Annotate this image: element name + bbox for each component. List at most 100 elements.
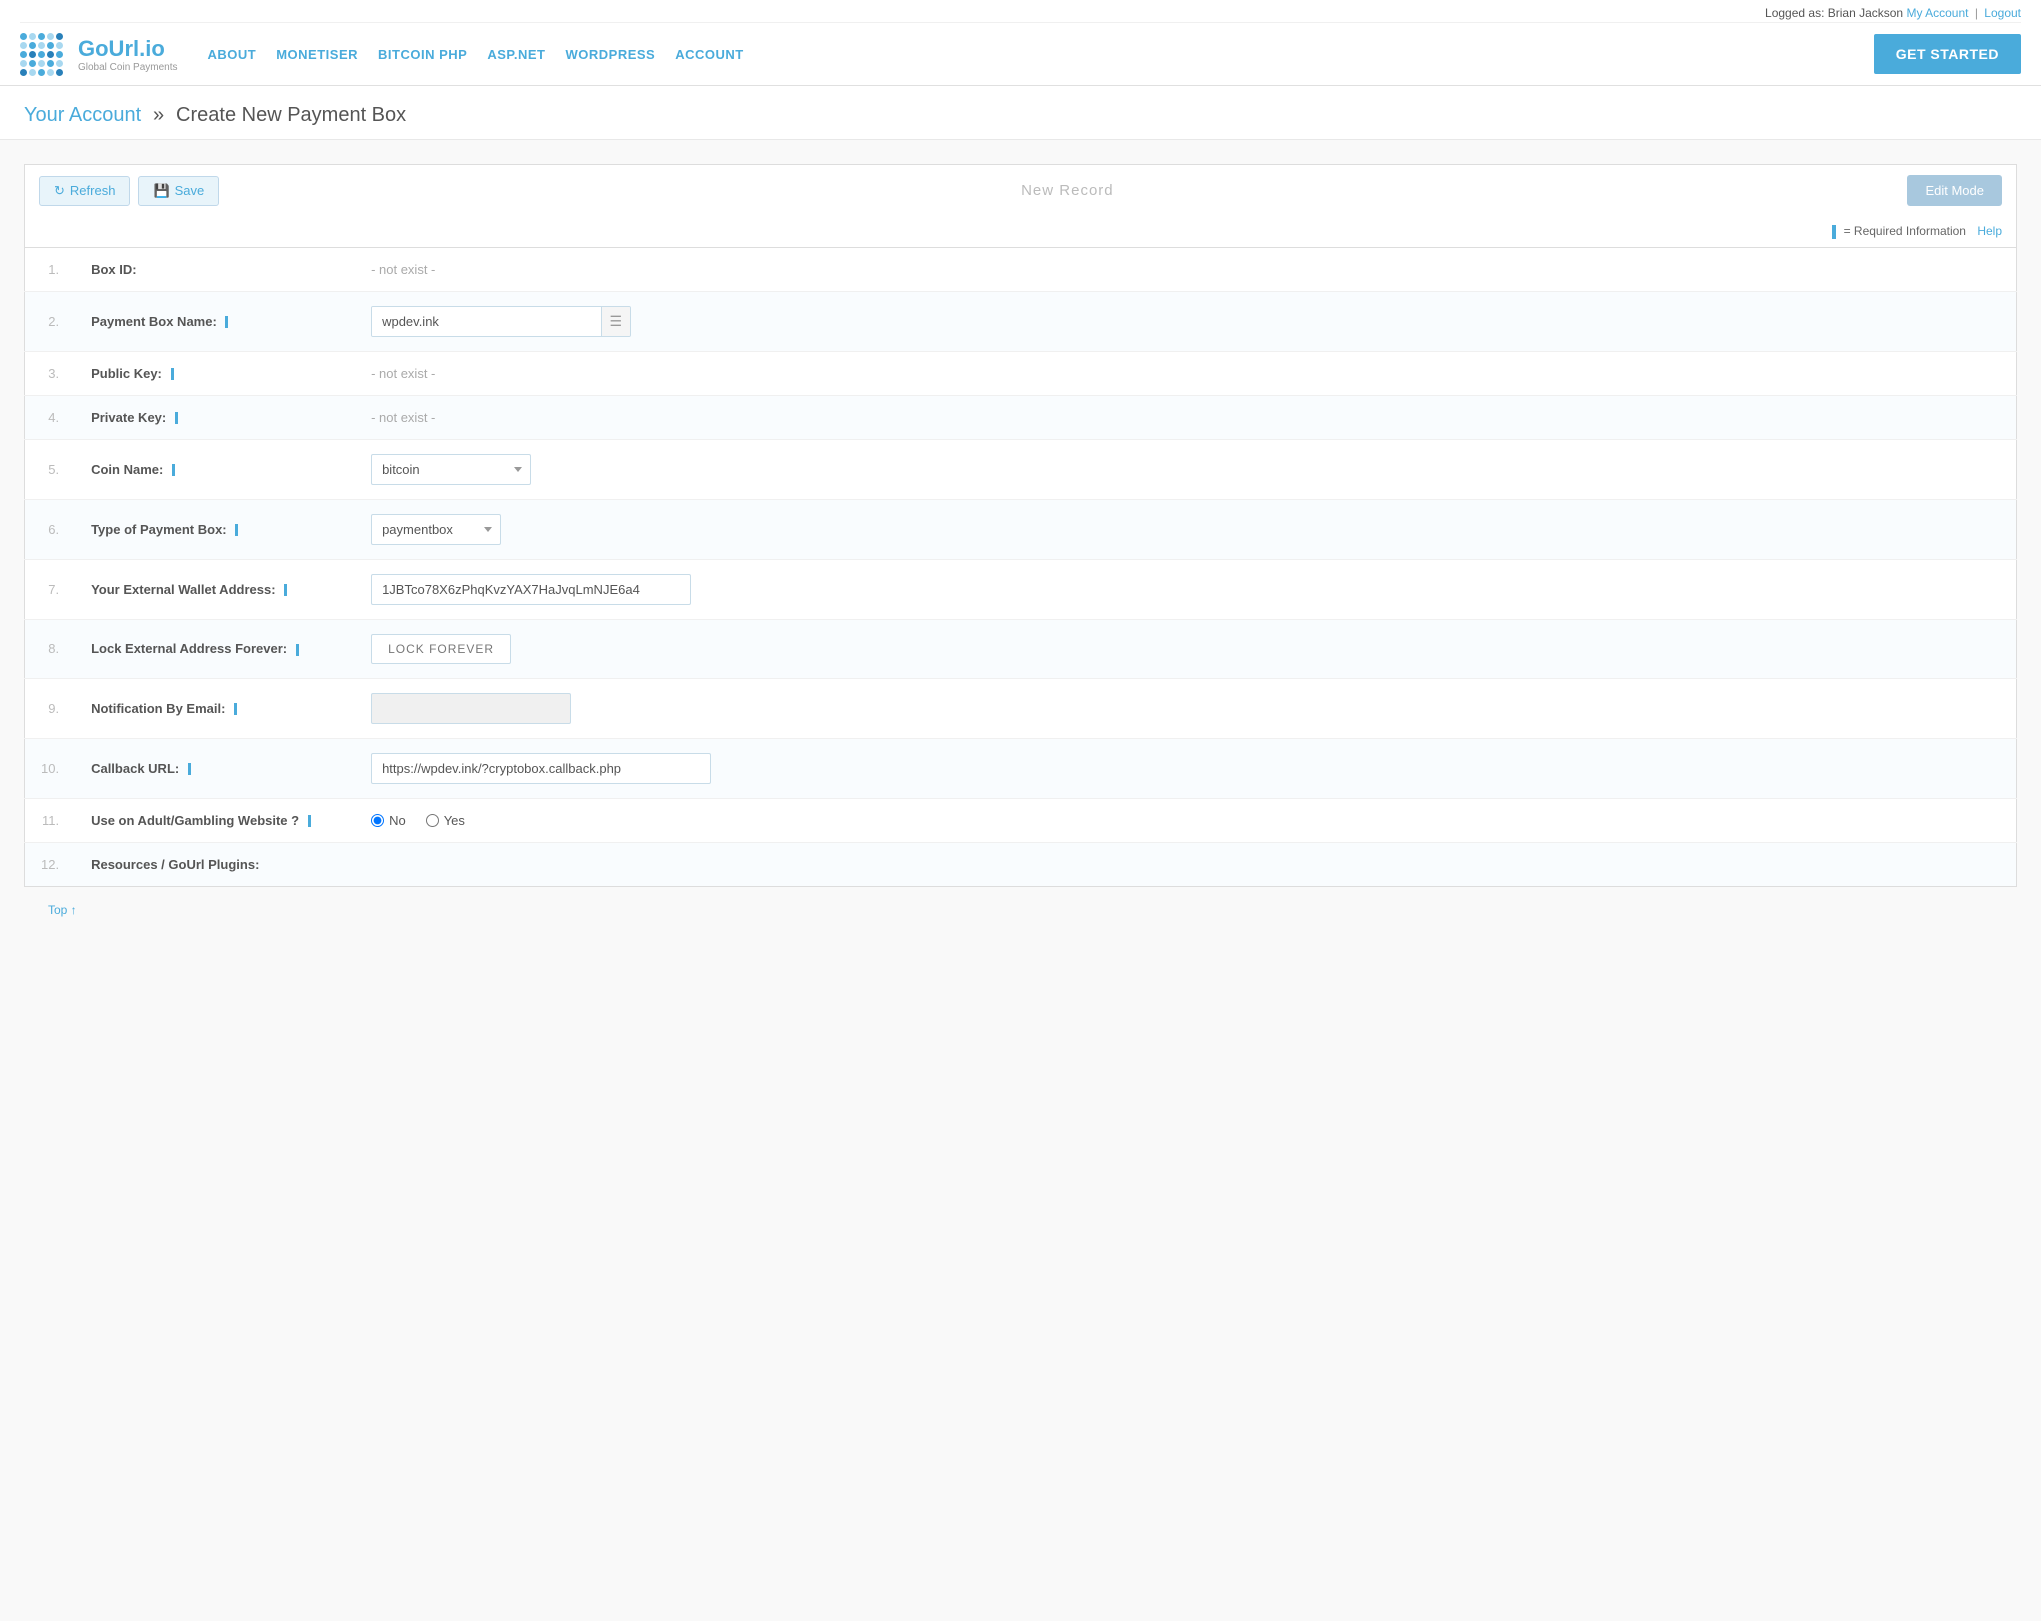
callback-url-label: Callback URL:	[75, 738, 355, 798]
radio-yes-text: Yes	[444, 813, 465, 828]
table-row: 11. Use on Adult/Gambling Website ? No Y…	[25, 798, 2017, 842]
required-indicator	[296, 644, 299, 656]
type-payment-box-label: Type of Payment Box:	[75, 499, 355, 559]
table-row: 8. Lock External Address Forever: LOCK F…	[25, 619, 2017, 678]
row-num-10: 10.	[25, 738, 76, 798]
box-id-label: Box ID:	[75, 247, 355, 291]
wallet-address-field	[355, 559, 2016, 619]
resources-value	[355, 842, 2016, 886]
required-indicator	[188, 763, 191, 775]
payment-box-name-input-wrapper: ☰	[371, 306, 631, 337]
required-indicator	[225, 316, 228, 328]
radio-no-text: No	[389, 813, 406, 828]
nav-account[interactable]: ACCOUNT	[675, 47, 744, 62]
type-payment-box-field: paymentbox donation membership	[355, 499, 2016, 559]
refresh-label: Refresh	[70, 183, 116, 198]
resources-label: Resources / GoUrl Plugins:	[75, 842, 355, 886]
required-indicator	[175, 412, 178, 424]
logout-link[interactable]: Logout	[1984, 6, 2021, 20]
coin-name-select[interactable]: bitcoin litecoin ethereum	[371, 454, 531, 485]
lock-address-label: Lock External Address Forever:	[75, 619, 355, 678]
row-num-8: 8.	[25, 619, 76, 678]
save-icon: 💾	[153, 183, 169, 199]
row-num-5: 5.	[25, 439, 76, 499]
type-payment-box-select[interactable]: paymentbox donation membership	[371, 514, 501, 545]
required-indicator	[171, 368, 174, 380]
required-indicator	[284, 584, 287, 596]
wallet-address-input[interactable]	[371, 574, 691, 605]
nav-about[interactable]: ABOUT	[208, 47, 257, 62]
input-list-icon[interactable]: ☰	[601, 307, 631, 336]
wallet-address-label: Your External Wallet Address:	[75, 559, 355, 619]
notification-email-label: Notification By Email:	[75, 678, 355, 738]
public-key-value: - not exist -	[355, 351, 2016, 395]
radio-yes-input[interactable]	[426, 814, 439, 827]
radio-no-input[interactable]	[371, 814, 384, 827]
get-started-button[interactable]: GET STARTED	[1874, 34, 2021, 74]
table-row: 12. Resources / GoUrl Plugins:	[25, 842, 2017, 886]
help-link[interactable]: Help	[1977, 224, 2002, 238]
row-num-3: 3.	[25, 351, 76, 395]
table-row: 2. Payment Box Name: ☰	[25, 291, 2017, 351]
required-mark-icon	[1832, 225, 1836, 239]
radio-no-label[interactable]: No	[371, 813, 406, 828]
row-num-7: 7.	[25, 559, 76, 619]
breadcrumb: Your Account » Create New Payment Box	[0, 86, 2041, 140]
required-indicator	[172, 464, 175, 476]
save-button[interactable]: 💾 Save	[138, 176, 219, 206]
refresh-icon: ↻	[54, 183, 65, 199]
callback-url-field	[355, 738, 2016, 798]
row-num-11: 11.	[25, 798, 76, 842]
required-indicator	[234, 703, 237, 715]
payment-box-name-input[interactable]	[372, 307, 600, 336]
table-row: 3. Public Key: - not exist -	[25, 351, 2017, 395]
coin-name-label: Coin Name:	[75, 439, 355, 499]
private-key-label: Private Key:	[75, 395, 355, 439]
box-id-value: - not exist -	[355, 247, 2016, 291]
save-label: Save	[175, 183, 205, 198]
breadcrumb-separator: »	[153, 104, 164, 126]
logo: GoUrl.io Global Coin Payments	[20, 33, 178, 75]
radio-group: No Yes	[371, 813, 2000, 828]
row-num-4: 4.	[25, 395, 76, 439]
main-content: ↻ Refresh 💾 Save New Record Edit Mode = …	[0, 140, 2041, 1621]
private-key-value: - not exist -	[355, 395, 2016, 439]
main-nav: ABOUT MONETISER BITCOIN PHP ASP.NET WORD…	[208, 47, 1874, 62]
form-table: 1. Box ID: - not exist - 2. Payment Box …	[24, 247, 2017, 887]
toolbar: ↻ Refresh 💾 Save New Record Edit Mode	[24, 164, 2017, 216]
your-account-link[interactable]: Your Account	[24, 104, 141, 126]
public-key-label: Public Key:	[75, 351, 355, 395]
payment-box-name-label: Payment Box Name:	[75, 291, 355, 351]
logo-subtitle: Global Coin Payments	[78, 62, 178, 73]
nav-monetiser[interactable]: MONETISER	[276, 47, 358, 62]
required-indicator	[308, 815, 311, 827]
adult-gambling-label: Use on Adult/Gambling Website ?	[75, 798, 355, 842]
logged-as-text: Logged as: Brian Jackson	[1765, 6, 1903, 20]
table-row: 5. Coin Name: bitcoin litecoin ethereum	[25, 439, 2017, 499]
refresh-button[interactable]: ↻ Refresh	[39, 176, 130, 206]
edit-mode-button[interactable]: Edit Mode	[1907, 175, 2002, 206]
table-row: 9. Notification By Email:	[25, 678, 2017, 738]
required-info-bar: = Required Information Help	[24, 216, 2017, 247]
lock-forever-button[interactable]: LOCK FOREVER	[371, 634, 511, 664]
row-num-9: 9.	[25, 678, 76, 738]
row-num-12: 12.	[25, 842, 76, 886]
notification-email-input[interactable]	[371, 693, 571, 724]
my-account-link[interactable]: My Account	[1906, 6, 1968, 20]
page-title: Create New Payment Box	[176, 104, 406, 126]
lock-address-field: LOCK FOREVER	[355, 619, 2016, 678]
callback-url-input[interactable]	[371, 753, 711, 784]
table-row: 4. Private Key: - not exist -	[25, 395, 2017, 439]
nav-wordpress[interactable]: WORDPRESS	[565, 47, 655, 62]
required-info-label: = Required Information	[1844, 224, 1966, 238]
radio-yes-label[interactable]: Yes	[426, 813, 465, 828]
nav-bitcoin-php[interactable]: BITCOIN PHP	[378, 47, 467, 62]
row-num-2: 2.	[25, 291, 76, 351]
notification-email-field	[355, 678, 2016, 738]
payment-box-name-field: ☰	[355, 291, 2016, 351]
top-link[interactable]: Top ↑	[24, 887, 2017, 933]
nav-aspnet[interactable]: ASP.NET	[487, 47, 545, 62]
row-num-6: 6.	[25, 499, 76, 559]
separator-pipe: |	[1975, 6, 1978, 20]
table-row: 6. Type of Payment Box: paymentbox donat…	[25, 499, 2017, 559]
